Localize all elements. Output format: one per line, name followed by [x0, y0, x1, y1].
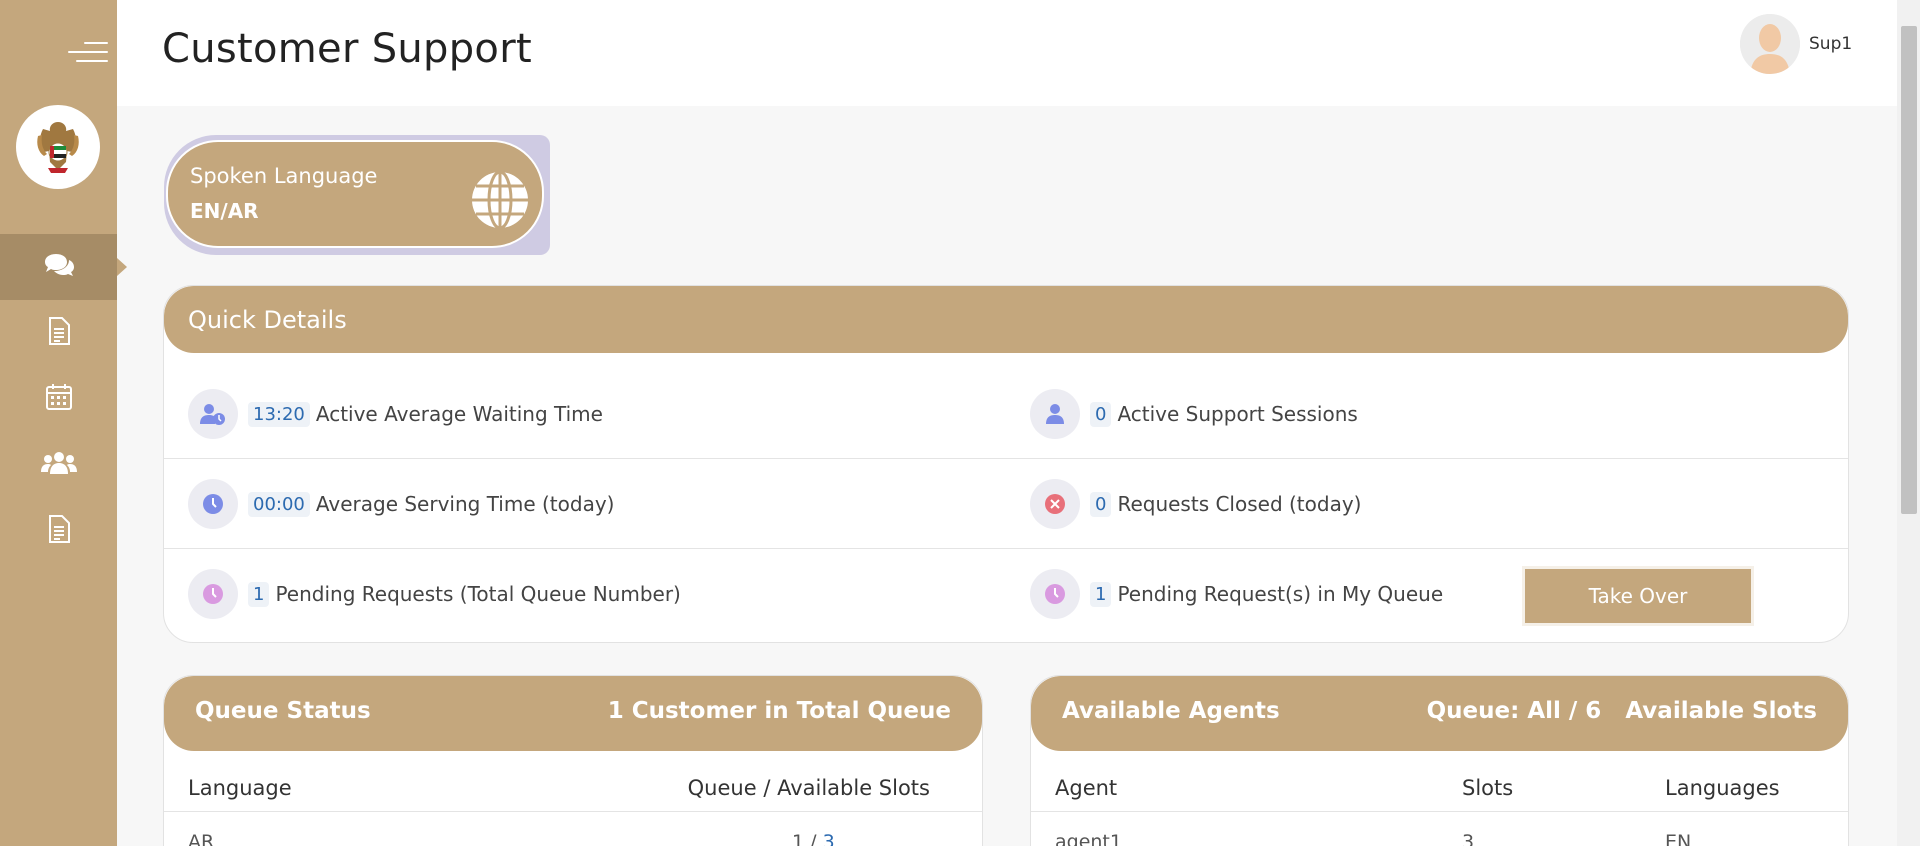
spoken-language-card: Spoken Language EN/AR [166, 140, 544, 248]
emblem-logo [16, 105, 100, 189]
user-clock-icon [188, 389, 238, 439]
scrollbar-thumb[interactable] [1901, 26, 1917, 514]
calendar-icon [45, 383, 73, 415]
user-icon [1030, 389, 1080, 439]
agent-row-languages: EN [1665, 831, 1692, 846]
pending-requests-total: 1 Pending Requests (Total Queue Number) [188, 549, 681, 639]
spoken-language-label: Spoken Language [190, 164, 378, 188]
quick-details-header: Quick Details [164, 286, 1848, 353]
sidebar [0, 0, 127, 846]
pending-total-label: Pending Requests (Total Queue Number) [275, 582, 681, 606]
quick-details-row: 13:20 Active Average Waiting Time 0 Acti… [164, 369, 1848, 459]
menu-toggle-icon[interactable] [66, 38, 108, 66]
support-sessions-label: Active Support Sessions [1117, 402, 1358, 426]
pending-my-queue-label: Pending Request(s) in My Queue [1117, 582, 1444, 606]
quick-details-title: Quick Details [188, 306, 347, 334]
queue-separator: / [804, 831, 823, 846]
active-support-sessions: 0 Active Support Sessions [1030, 369, 1358, 459]
agent-row-slots: 3 [1462, 831, 1475, 846]
available-slots-link[interactable]: 3 [823, 831, 835, 846]
waiting-time-value: 13:20 [248, 401, 310, 427]
sidebar-item-documents[interactable] [0, 300, 117, 366]
requests-closed-label: Requests Closed (today) [1117, 492, 1362, 516]
quick-details-card: Quick Details 13:20 Active Average Waiti… [163, 285, 1849, 643]
column-header-slots: Slots [1462, 776, 1514, 800]
column-header-queue-slots: Queue / Available Slots [687, 776, 930, 800]
chat-icon [43, 252, 75, 282]
clock-icon [188, 569, 238, 619]
available-agents-summary: Queue: All / 6 Available Slots [1426, 698, 1817, 724]
active-average-waiting-time: 13:20 Active Average Waiting Time [188, 369, 603, 459]
serving-time-value: 00:00 [248, 491, 310, 517]
username[interactable]: Sup1 [1809, 34, 1852, 54]
pending-total-value: 1 [248, 581, 270, 607]
close-circle-icon [1030, 479, 1080, 529]
average-serving-time: 00:00 Average Serving Time (today) [188, 459, 614, 549]
queue-status-header: Queue Status 1 Customer in Total Queue [164, 676, 982, 751]
page-title: Customer Support [162, 26, 532, 72]
sidebar-item-reports[interactable] [0, 498, 117, 564]
users-icon [40, 451, 77, 479]
column-header-language: Language [188, 776, 292, 800]
agent-row-name: agent1 [1055, 831, 1122, 846]
clock-icon [1030, 569, 1080, 619]
available-agents-header: Available Agents Queue: All / 6 Availabl… [1031, 676, 1848, 751]
queue-status-title: Queue Status [195, 698, 371, 724]
queue-count: 1 [792, 831, 805, 846]
available-agents-title: Available Agents [1062, 698, 1280, 724]
queue-status-panel: Queue Status 1 Customer in Total Queue L… [163, 675, 983, 846]
serving-time-label: Average Serving Time (today) [315, 492, 615, 516]
sidebar-item-users[interactable] [0, 432, 117, 498]
clock-icon [188, 479, 238, 529]
quick-details-row: 00:00 Average Serving Time (today) 0 Req… [164, 459, 1848, 549]
table-divider [164, 811, 982, 812]
sidebar-item-calendar[interactable] [0, 366, 117, 432]
quick-details-row: 1 Pending Requests (Total Queue Number) … [164, 549, 1848, 639]
page-scrollbar[interactable] [1897, 0, 1920, 846]
requests-closed: 0 Requests Closed (today) [1030, 459, 1361, 549]
available-agents-panel: Available Agents Queue: All / 6 Availabl… [1030, 675, 1849, 846]
report-icon [48, 515, 70, 547]
support-sessions-value: 0 [1090, 401, 1112, 427]
document-list-icon [48, 317, 70, 349]
waiting-time-label: Active Average Waiting Time [315, 402, 603, 426]
requests-closed-value: 0 [1090, 491, 1112, 517]
column-header-agent: Agent [1055, 776, 1118, 800]
queue-status-summary: 1 Customer in Total Queue [607, 698, 951, 724]
queue-row-language: AR [188, 831, 215, 846]
pending-requests-my-queue: 1 Pending Request(s) in My Queue [1030, 549, 1443, 639]
spoken-language-value: EN/AR [190, 199, 259, 223]
globe-icon [470, 170, 530, 234]
sidebar-item-chat[interactable] [0, 234, 127, 300]
queue-row-slots: 1 / 3 [792, 831, 835, 846]
table-divider [1031, 811, 1848, 812]
pending-my-queue-value: 1 [1090, 581, 1112, 607]
take-over-button[interactable]: Take Over [1522, 566, 1754, 626]
topbar: Customer Support Sup1 [117, 0, 1897, 106]
avatar[interactable] [1740, 14, 1800, 74]
column-header-languages: Languages [1665, 776, 1780, 800]
